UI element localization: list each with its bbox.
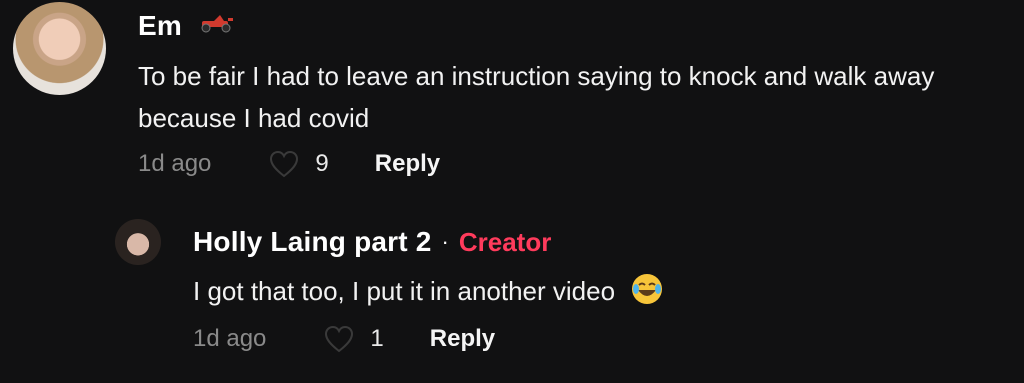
reply-meta: 1d ago 1 Reply [193, 325, 495, 353]
reply-header: Holly Laing part 2 · Creator [193, 226, 551, 258]
comment-time: 1d ago [138, 150, 212, 177]
avatar[interactable] [13, 2, 106, 95]
avatar[interactable] [115, 219, 161, 265]
comment-author[interactable]: Em [138, 10, 182, 42]
reply-button[interactable]: Reply [430, 325, 495, 353]
reply-button[interactable]: Reply [375, 150, 440, 178]
like-count: 1 [370, 325, 384, 352]
reply-text-row: I got that too, I put it in another vide… [193, 270, 993, 312]
creator-badge: Creator [458, 226, 552, 257]
comment-meta: 1d ago 9 Reply [138, 150, 440, 178]
reply-time: 1d ago [193, 325, 267, 352]
heart-icon[interactable] [269, 150, 299, 178]
like-count: 9 [315, 150, 329, 177]
laughing-tears-emoji-icon [630, 272, 664, 306]
separator: · [441, 229, 449, 254]
reply-author[interactable]: Holly Laing part 2 [193, 226, 432, 258]
comment-text: To be fair I had to leave an instruction… [138, 61, 935, 133]
heart-icon[interactable] [324, 325, 354, 353]
comment-header: Em [138, 10, 236, 42]
reply-text: I got that too, I put it in another vide… [193, 276, 616, 306]
race-car-icon [196, 12, 236, 40]
